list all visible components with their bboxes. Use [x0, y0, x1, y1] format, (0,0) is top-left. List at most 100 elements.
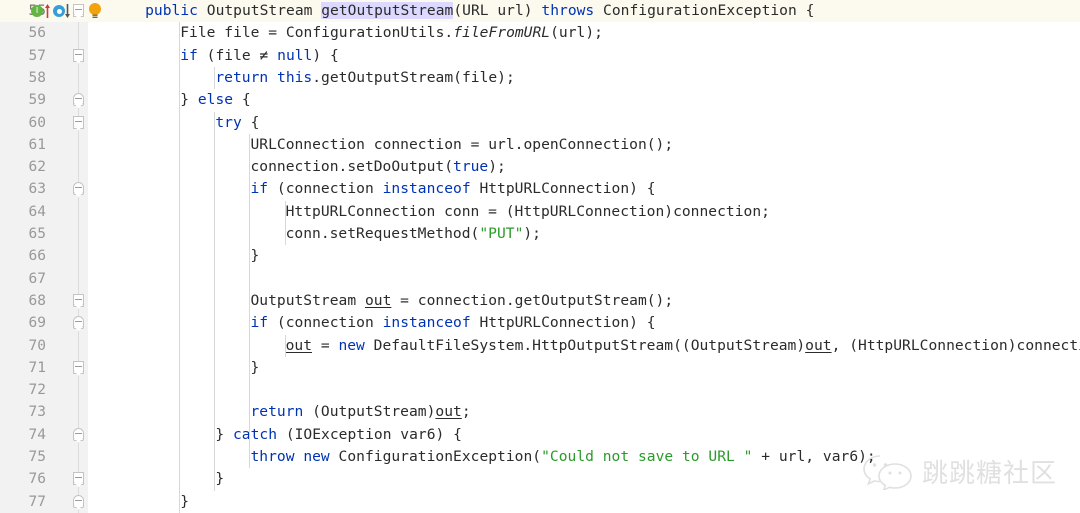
fold-marker[interactable] [73, 93, 84, 109]
code-text: File file = ConfigurationUtils.fileFromU… [180, 22, 603, 44]
arrow-up-marker-icon[interactable] [44, 2, 51, 20]
code-token: throw [250, 448, 295, 465]
code-token: try [215, 113, 242, 131]
code-line[interactable]: 76} [0, 468, 1080, 490]
fold-marker[interactable] [73, 48, 84, 64]
code-line[interactable]: 58 return this.getOutputStream(file); [0, 67, 1080, 89]
code-token: (OutputStream) [303, 403, 436, 421]
code-line[interactable]: 55public OutputStream getOutputStream(UR… [0, 0, 1080, 23]
code-line[interactable]: 69 if (connection instanceof HttpURLConne… [0, 312, 1080, 334]
code-text: public OutputStream getOutputStream(URL … [145, 0, 814, 22]
code-token: = [312, 336, 339, 354]
fold-marker-dash [75, 321, 82, 323]
fold-marker[interactable] [73, 360, 84, 376]
code-token: HttpURLConnection) { [470, 314, 656, 332]
code-token: (connection [268, 180, 383, 198]
fold-marker[interactable] [73, 4, 84, 19]
code-token: new [338, 336, 365, 354]
code-token: } [250, 247, 260, 265]
code-line[interactable]: 74} catch (IOException var6) { [0, 424, 1080, 446]
code-token: "Could not save to URL " [541, 448, 753, 465]
code-token: ); [523, 225, 541, 242]
code-line[interactable]: 72 [0, 379, 1080, 401]
code-token: = connection.getOutputStream(); [391, 291, 674, 309]
fold-marker-dash [75, 120, 82, 122]
code-token: new [303, 448, 330, 465]
fold-marker[interactable] [73, 427, 84, 443]
code-line[interactable]: 71} [0, 357, 1080, 379]
code-text: conn.setRequestMethod("PUT"); [286, 223, 541, 245]
code-token: ) { [312, 46, 339, 64]
code-text: return this.getOutputStream(file); [215, 67, 514, 89]
fold-marker[interactable] [73, 115, 84, 131]
code-token: (IOException var6) { [277, 425, 462, 443]
code-line[interactable]: 59 } else { [0, 89, 1080, 111]
code-text: } [250, 245, 259, 267]
fold-marker[interactable] [73, 494, 84, 510]
code-token: out [805, 336, 832, 354]
code-line[interactable]: 65 conn.setRequestMethod("PUT"); [0, 223, 1080, 245]
fold-marker-dash [75, 298, 82, 300]
indent-guide [284, 200, 286, 246]
code-line[interactable]: 60 try { [0, 112, 1080, 134]
code-token: return [215, 68, 269, 86]
line-number: 63 [28, 181, 46, 198]
code-token: } [250, 358, 260, 376]
code-token: (url); [550, 24, 603, 42]
code-token: HttpURLConnection conn = (HttpURLConnect… [285, 202, 770, 220]
code-text: throw new ConfigurationException("Could … [250, 446, 875, 468]
code-line[interactable]: 68 OutputStream out = connection.getOutpu… [0, 290, 1080, 312]
line-number: 61 [28, 136, 46, 153]
line-number: 62 [28, 159, 46, 176]
code-line[interactable]: 64 HttpURLConnection conn = (HttpURLConne… [0, 201, 1080, 223]
code-token: (connection [268, 314, 383, 332]
code-text: } [180, 491, 189, 513]
fold-marker-dash [75, 53, 82, 55]
fold-marker[interactable] [73, 182, 84, 198]
code-text: if (connection instanceof HttpURLConnect… [250, 178, 655, 200]
code-line[interactable]: 75 throw new ConfigurationException("Coul… [0, 446, 1080, 468]
code-line[interactable]: 61 URLConnection connection = url.openCon… [0, 134, 1080, 156]
code-token: public [145, 2, 198, 19]
code-token: } [215, 470, 225, 488]
code-line[interactable]: 63 if (connection instanceof HttpURLConne… [0, 178, 1080, 200]
code-line[interactable]: 57 if (file ≠ null) { [0, 45, 1080, 67]
code-line[interactable]: 56 File file = ConfigurationUtils.fileFro… [0, 22, 1080, 44]
code-text: out = new DefaultFileSystem.HttpOutputSt… [286, 335, 1080, 357]
code-token: + url, var6); [752, 448, 876, 465]
code-text: return (OutputStream)out; [250, 401, 470, 423]
code-editor[interactable]: 55public OutputStream getOutputStream(UR… [0, 0, 1080, 513]
code-token: fileFromURL [453, 24, 551, 42]
code-text: } [215, 468, 224, 490]
arrow-down-marker-icon[interactable] [64, 2, 71, 20]
code-token: instanceof [382, 180, 471, 198]
implemented-marker-icon[interactable]: I [31, 5, 43, 17]
line-number: 59 [28, 92, 46, 109]
code-token: .getOutputStream(file); [312, 68, 515, 86]
code-token: ConfigurationException { [594, 2, 815, 19]
code-line[interactable]: 70 out = new DefaultFileSystem.HttpOutput… [0, 335, 1080, 357]
line-number: 69 [28, 315, 46, 332]
fold-marker-dash [75, 98, 82, 100]
code-token: if [250, 314, 269, 332]
code-text: URLConnection connection = url.openConne… [250, 134, 673, 156]
code-line[interactable]: 66} [0, 245, 1080, 267]
fold-marker[interactable] [73, 293, 84, 309]
code-token: OutputStream [250, 291, 365, 309]
line-number: 56 [28, 25, 46, 42]
line-number: 76 [28, 471, 46, 488]
code-text: } else { [180, 89, 250, 111]
code-line[interactable]: 73 return (OutputStream)out; [0, 401, 1080, 423]
intention-bulb-icon[interactable] [88, 2, 102, 20]
code-token: } [180, 492, 190, 510]
code-line[interactable]: 62 connection.setDoOutput(true); [0, 156, 1080, 178]
code-line[interactable]: 77} [0, 491, 1080, 513]
fold-marker[interactable] [73, 316, 84, 332]
fold-marker[interactable] [73, 472, 84, 488]
code-token: getOutputStream [321, 2, 454, 19]
code-token: if [180, 46, 198, 64]
code-token: out [435, 403, 462, 421]
code-token: ); [488, 158, 506, 176]
code-line[interactable]: 67 [0, 268, 1080, 290]
